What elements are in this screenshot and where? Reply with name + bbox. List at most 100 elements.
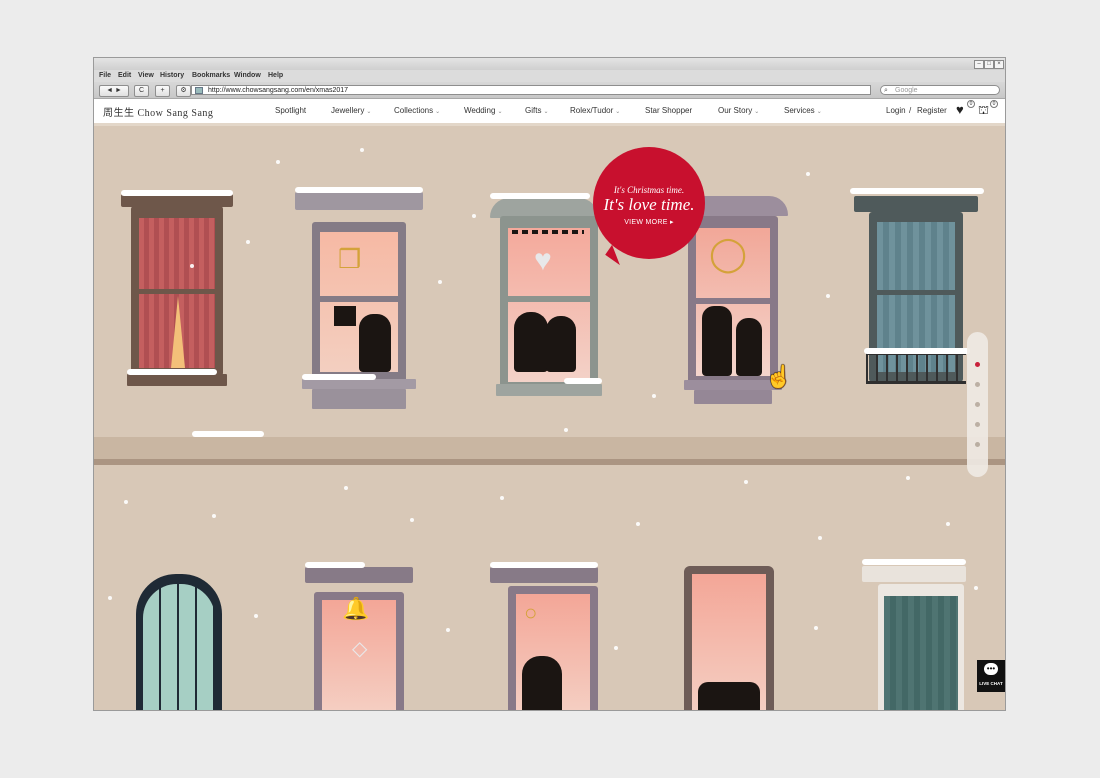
chevron-down-icon: ⌄ <box>543 109 549 115</box>
chevron-down-icon: ⌄ <box>435 109 441 115</box>
nav-label: Star Shopper <box>645 106 693 115</box>
snowflake <box>212 514 216 518</box>
snow-cap <box>121 190 233 196</box>
chevron-down-icon: ⌄ <box>754 109 760 115</box>
snow-cap <box>490 562 598 568</box>
login-link[interactable]: Login <box>886 106 906 115</box>
title-bar: – □ × <box>94 58 1005 70</box>
snowflake <box>410 518 414 522</box>
menu-help[interactable]: Help <box>268 72 283 79</box>
snow-cap <box>490 193 590 199</box>
snowflake <box>254 614 258 618</box>
snow-cap <box>862 559 966 565</box>
window-rail <box>508 296 590 302</box>
chevron-down-icon: ⌄ <box>497 109 503 115</box>
site-logo[interactable]: 周生生 Chow Sang Sang <box>103 104 213 119</box>
search-icon: ⌕ <box>884 87 888 94</box>
snow-cap <box>564 378 602 384</box>
ledge-shadow <box>94 459 1005 465</box>
chevron-down-icon: ⌄ <box>615 109 621 115</box>
window-sill <box>496 384 602 396</box>
woman-silhouette <box>736 318 762 376</box>
nav-label: Collections <box>394 106 434 115</box>
menu-window[interactable]: Window <box>234 72 261 79</box>
ring-icon: ◇ <box>352 638 368 660</box>
menu-bookmarks[interactable]: Bookmarks <box>192 72 230 79</box>
window-sill-base <box>694 390 772 404</box>
register-link[interactable]: Register <box>917 106 947 115</box>
snowflake <box>818 536 822 540</box>
snowflake <box>636 522 640 526</box>
window-sill <box>302 379 416 389</box>
snowflake <box>446 628 450 632</box>
snow-cap <box>302 374 376 380</box>
promo-line-2: It's love time. <box>603 195 695 214</box>
login-separator: / <box>909 106 912 115</box>
nav-label: Our Story <box>718 106 753 115</box>
action-icon[interactable]: ⚙ <box>176 85 191 97</box>
minimize-button[interactable]: – <box>974 60 984 69</box>
view-more-link[interactable]: VIEW MORE ▸ <box>593 218 705 226</box>
shopping-bag-icon[interactable]: ⛫ <box>978 103 989 119</box>
snowflake <box>814 626 818 630</box>
window-cornice <box>854 196 978 212</box>
hand-pointer-icon: ☝ <box>765 364 793 389</box>
site-nav: 周生生 Chow Sang Sang Spotlight Jewellery ⌄ … <box>94 99 1005 126</box>
ring-icon: ○ <box>524 600 538 625</box>
wishlist-heart-icon[interactable]: ♥ <box>956 102 964 117</box>
menu-history[interactable]: History <box>160 72 184 79</box>
balcony-railing <box>866 352 966 384</box>
bells-icon: 🔔 <box>342 596 370 621</box>
menu-edit[interactable]: Edit <box>118 72 131 79</box>
section-pager <box>967 332 988 477</box>
browser-window: – □ × File Edit View History Bookmarks W… <box>94 58 1005 710</box>
snowflake <box>360 148 364 152</box>
live-chat-button[interactable]: ••• LIVE CHAT <box>977 660 1005 692</box>
pager-dot-2[interactable] <box>975 382 980 387</box>
nav-our-story[interactable]: Our Story ⌄ <box>718 106 759 115</box>
nav-wedding[interactable]: Wedding ⌄ <box>464 106 502 115</box>
maximize-button[interactable]: □ <box>984 60 994 69</box>
address-bar[interactable]: http://www.chowsangsang.com/en/xmas2017 <box>191 85 871 95</box>
nav-star-shopper[interactable]: Star Shopper <box>645 106 692 115</box>
snowflake <box>946 522 950 526</box>
snowflake <box>246 240 250 244</box>
snowflake <box>500 496 504 500</box>
search-field[interactable]: ⌕ Google <box>880 85 1000 95</box>
promo-bubble[interactable]: It's Christmas time. It's love time. VIE… <box>593 147 705 259</box>
site-favicon-icon <box>195 87 203 94</box>
snowflake <box>276 160 280 164</box>
snow-cap <box>127 369 217 375</box>
cart-count-badge: 0 <box>990 100 998 108</box>
nav-rolex-tudor[interactable]: Rolex/Tudor ⌄ <box>570 106 620 115</box>
back-forward-icon[interactable]: ◄ ► <box>99 85 129 97</box>
snowflake <box>806 172 810 176</box>
nav-label: Services <box>784 106 815 115</box>
wishlist-count-badge: 0 <box>967 100 975 108</box>
snow-cap <box>295 187 423 193</box>
live-chat-label: LIVE CHAT <box>979 681 1003 686</box>
window-rail <box>696 298 770 304</box>
add-bookmark-icon[interactable]: + <box>155 85 170 97</box>
menu-file[interactable]: File <box>99 72 111 79</box>
close-button[interactable]: × <box>994 60 1004 69</box>
nav-jewellery[interactable]: Jewellery ⌄ <box>331 106 371 115</box>
nav-gifts[interactable]: Gifts ⌄ <box>525 106 548 115</box>
snow-cap <box>305 562 365 568</box>
menu-view[interactable]: View <box>138 72 154 79</box>
reload-icon[interactable]: C <box>134 85 149 97</box>
nav-label: Gifts <box>525 106 542 115</box>
nav-services[interactable]: Services ⌄ <box>784 106 822 115</box>
nav-spotlight[interactable]: Spotlight <box>275 106 306 115</box>
pager-dot-5[interactable] <box>975 442 980 447</box>
snowflake <box>974 586 978 590</box>
pager-dot-3[interactable] <box>975 402 980 407</box>
nav-collections[interactable]: Collections ⌄ <box>394 106 440 115</box>
snowflake <box>826 294 830 298</box>
snowflake <box>906 476 910 480</box>
mother-silhouette <box>514 312 548 372</box>
snowflake <box>344 486 348 490</box>
pager-dot-4[interactable] <box>975 422 980 427</box>
window-rail <box>877 290 955 295</box>
pager-dot-1[interactable] <box>975 362 980 367</box>
